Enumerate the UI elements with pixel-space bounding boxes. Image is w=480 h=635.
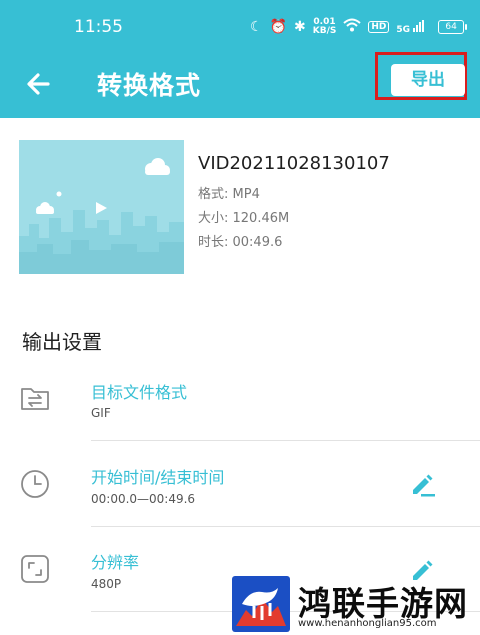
setting-value-time-range: 00:00.0—00:49.6 xyxy=(91,492,196,506)
setting-label-target-format[interactable]: 目标文件格式 xyxy=(91,379,187,403)
network-type: 5G xyxy=(396,24,411,35)
video-size: 大小: 120.46M xyxy=(198,211,290,226)
setting-value-target-format: GIF xyxy=(91,406,111,420)
setting-label-time-range[interactable]: 开始时间/结束时间 xyxy=(91,464,224,488)
alarm-icon: ⏰ xyxy=(269,19,287,35)
watermark-url: www.henanhonglian95.com xyxy=(298,618,437,629)
wifi-icon xyxy=(343,18,362,36)
back-button[interactable] xyxy=(22,66,58,102)
setting-value-resolution: 480P xyxy=(91,577,122,591)
signal-5g: 5G xyxy=(396,19,425,35)
output-settings-title: 输出设置 xyxy=(22,330,102,354)
hd-badge: HD xyxy=(368,21,390,33)
pencil-icon xyxy=(413,474,435,497)
bluetooth-icon: ✱ xyxy=(294,19,306,35)
signal-icon xyxy=(413,19,425,32)
back-arrow-icon xyxy=(27,73,50,95)
status-icons: ☾ ⏰ ✱ 0.01 KB/S HD 5G 64 xyxy=(250,16,468,38)
edit-time-range-button[interactable] xyxy=(408,470,436,498)
status-bar: 11:55 ☾ ⏰ ✱ 0.01 KB/S HD 5G 64 xyxy=(0,0,480,52)
video-thumbnail[interactable] xyxy=(19,140,184,274)
status-time: 11:55 xyxy=(74,17,123,37)
clock-icon xyxy=(19,468,51,500)
toolbar: 转换格式 导出 xyxy=(0,52,480,118)
watermark: 鸿联手游网 www.henanhonglian95.com xyxy=(230,575,480,635)
folder-swap-icon xyxy=(19,382,51,414)
video-duration: 时长: 00:49.6 xyxy=(198,235,283,250)
moon-icon: ☾ xyxy=(250,19,263,35)
divider xyxy=(91,440,480,441)
battery-icon: 64 xyxy=(438,20,468,34)
network-speed-unit: KB/S xyxy=(312,26,337,36)
network-speed: 0.01 KB/S xyxy=(313,18,337,36)
export-button[interactable]: 导出 xyxy=(391,64,465,96)
video-format: 格式: MP4 xyxy=(198,187,260,202)
expand-icon xyxy=(19,553,51,585)
setting-label-resolution[interactable]: 分辨率 xyxy=(91,549,139,573)
thumbnail-illustration xyxy=(19,140,184,274)
page-title: 转换格式 xyxy=(97,71,202,100)
video-name: VID20211028130107 xyxy=(198,153,390,174)
watermark-logo-icon xyxy=(232,576,290,632)
divider xyxy=(91,526,480,527)
